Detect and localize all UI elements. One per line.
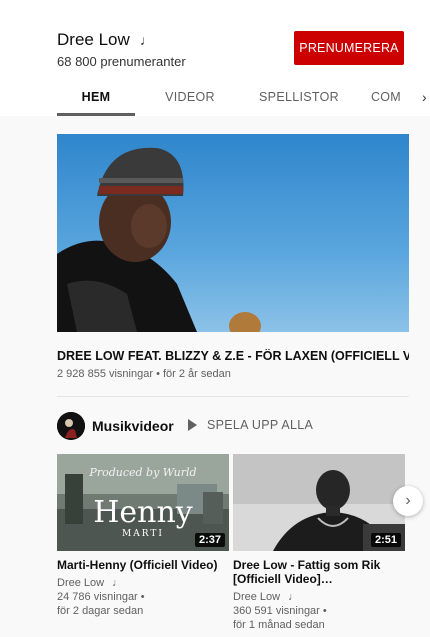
video-views: 24 786 visningar • bbox=[57, 591, 145, 603]
chevron-right-icon[interactable]: › bbox=[422, 78, 430, 116]
featured-video-thumbnail[interactable] bbox=[57, 134, 409, 332]
play-all-label: SPELA UPP ALLA bbox=[207, 418, 314, 432]
thumb-subtitle-text: MARTI bbox=[122, 529, 164, 539]
video-age: för 1 månad sedan bbox=[233, 619, 325, 631]
video-title[interactable]: Marti-Henny (Officiell Video) bbox=[57, 558, 227, 572]
thumb-title-text: Henny bbox=[93, 495, 193, 530]
video-title[interactable]: Dree Low - Fattig som Rik [Officiell Vid… bbox=[233, 558, 403, 586]
tab-community[interactable]: COM bbox=[366, 78, 406, 116]
channel-name: Dree Low bbox=[57, 30, 130, 49]
video-duration: 2:51 bbox=[370, 533, 401, 547]
tab-spellistor[interactable]: SPELLISTOR bbox=[245, 78, 353, 116]
shelf-title[interactable]: Musikvideor bbox=[92, 418, 174, 434]
video-card[interactable]: Produced by Wurld Henny MARTI 2:37 Marti… bbox=[57, 454, 229, 617]
featured-video-title[interactable]: DREE LOW FEAT. BLIZZY & Z.E - FÖR LAXEN … bbox=[57, 349, 409, 363]
video-channel[interactable]: Dree Low bbox=[57, 577, 104, 589]
music-note-icon: ♩ bbox=[112, 577, 124, 589]
thumb-script-text: Produced by Wurld bbox=[88, 466, 196, 479]
shelf-next-button[interactable]: › bbox=[393, 486, 423, 516]
divider bbox=[57, 396, 409, 397]
play-all-button[interactable]: SPELA UPP ALLA bbox=[188, 418, 313, 432]
video-channel-row: Dree Low ♩ bbox=[57, 577, 229, 589]
video-age: för 2 dagar sedan bbox=[57, 605, 144, 617]
shelf-avatar[interactable] bbox=[57, 412, 85, 440]
music-note-icon: ♩ bbox=[288, 591, 300, 603]
channel-header: Dree Low ♩ 68 800 prenumeranter PRENUMER… bbox=[0, 0, 430, 116]
tab-videor[interactable]: VIDEOR bbox=[150, 78, 230, 116]
subscriber-count: 68 800 prenumeranter bbox=[57, 54, 186, 69]
video-channel-row: Dree Low ♩ bbox=[233, 591, 405, 603]
video-thumbnail[interactable]: 2:51 bbox=[233, 454, 405, 551]
play-icon bbox=[188, 419, 197, 431]
video-views: 360 591 visningar • bbox=[233, 605, 327, 617]
channel-home-content: DREE LOW FEAT. BLIZZY & Z.E - FÖR LAXEN … bbox=[0, 116, 430, 637]
channel-tabs: HEM VIDEOR SPELLISTOR COM bbox=[0, 78, 430, 116]
channel-name-row: Dree Low ♩ bbox=[57, 30, 154, 50]
featured-video-meta: 2 928 855 visningar • för 2 år sedan bbox=[57, 368, 231, 380]
video-channel[interactable]: Dree Low bbox=[233, 591, 280, 603]
tab-hem[interactable]: HEM bbox=[57, 78, 135, 116]
subscribe-button[interactable]: PRENUMERERA bbox=[294, 31, 404, 65]
video-duration: 2:37 bbox=[194, 533, 225, 547]
video-thumbnail[interactable]: Produced by Wurld Henny MARTI 2:37 bbox=[57, 454, 229, 551]
chevron-right-icon: › bbox=[405, 492, 411, 509]
music-note-icon: ♩ bbox=[139, 32, 154, 48]
video-card[interactable]: 2:51 Dree Low - Fattig som Rik [Officiel… bbox=[233, 454, 405, 631]
